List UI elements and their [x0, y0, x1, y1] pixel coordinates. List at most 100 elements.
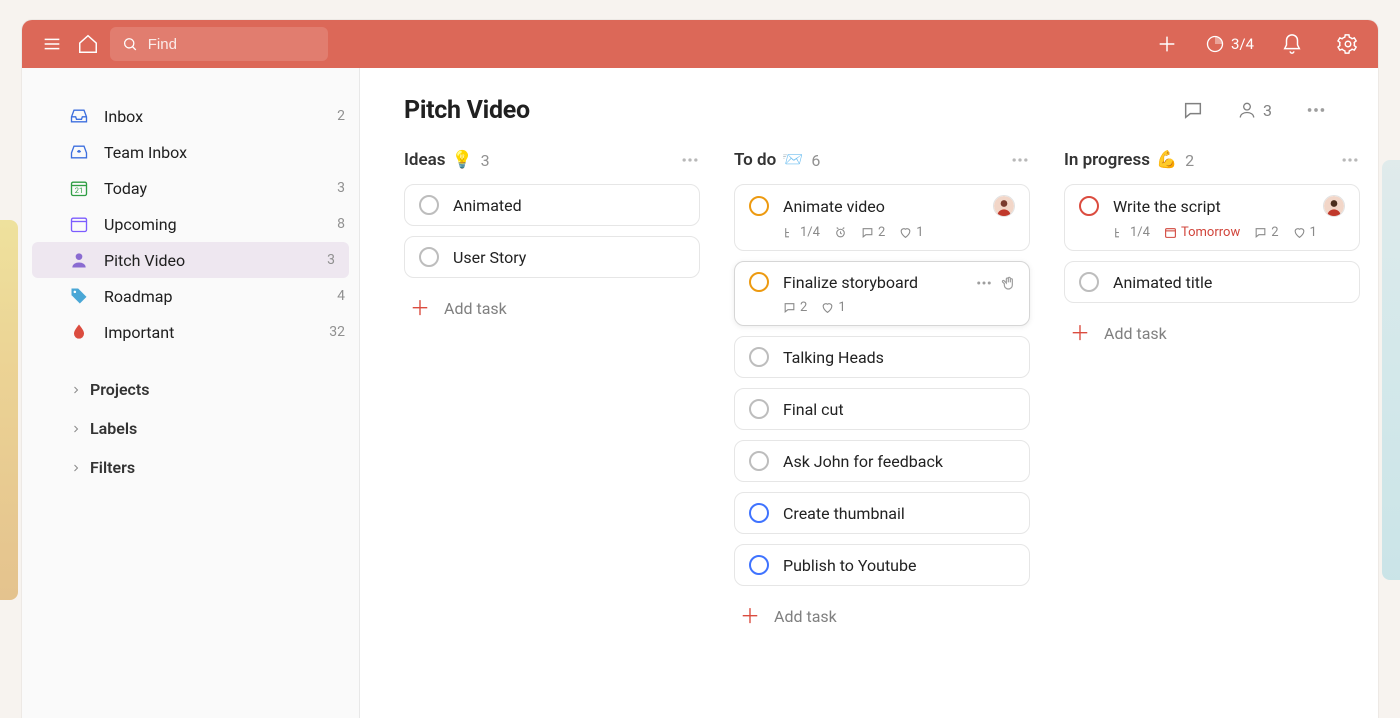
- add-task-label: Add task: [774, 607, 837, 626]
- add-button[interactable]: [1149, 26, 1185, 62]
- plus-icon: [1156, 33, 1178, 55]
- comments-indicator: 2: [861, 225, 885, 240]
- productivity-button[interactable]: 3/4: [1205, 34, 1254, 54]
- task-title: Write the script: [1113, 197, 1221, 216]
- heart-icon: [899, 226, 912, 239]
- kanban-board: Ideas 💡 3 Animated: [404, 150, 1334, 636]
- task-card[interactable]: Publish to Youtube: [734, 544, 1030, 586]
- more-horizontal-icon: [975, 274, 993, 292]
- task-title: Publish to Youtube: [783, 556, 916, 575]
- sidebar-item-pitch-video[interactable]: Pitch Video 3: [32, 242, 349, 278]
- search-input[interactable]: [146, 35, 316, 54]
- column-title[interactable]: In progress 💪: [1064, 150, 1177, 170]
- plus-icon: ＋: [410, 298, 430, 318]
- home-icon: [77, 33, 99, 55]
- task-title: Talking Heads: [783, 348, 884, 367]
- task-checkbox[interactable]: [749, 347, 769, 367]
- task-title: Create thumbnail: [783, 504, 905, 523]
- task-card[interactable]: Animated title: [1064, 261, 1360, 303]
- search-box[interactable]: [110, 27, 328, 61]
- task-card[interactable]: Talking Heads: [734, 336, 1030, 378]
- alarm-icon: [834, 226, 847, 239]
- task-card[interactable]: Final cut: [734, 388, 1030, 430]
- more-horizontal-icon: [1305, 99, 1327, 121]
- column-emoji: 📨: [782, 150, 803, 170]
- main-content: Pitch Video 3: [360, 68, 1378, 718]
- task-card[interactable]: Animated: [404, 184, 700, 226]
- sidebar-item-label: Today: [104, 179, 323, 198]
- task-checkbox[interactable]: [749, 555, 769, 575]
- task-card[interactable]: Finalize storyboard 2 1: [734, 261, 1030, 326]
- menu-toggle-button[interactable]: [34, 26, 70, 62]
- task-checkbox[interactable]: [749, 503, 769, 523]
- add-task-button[interactable]: ＋ Add task: [404, 288, 700, 328]
- settings-button[interactable]: [1330, 26, 1366, 62]
- column-title-text: Ideas: [404, 150, 445, 170]
- sidebar-section-labels[interactable]: Labels: [22, 409, 359, 448]
- sidebar-item-upcoming[interactable]: Upcoming 8: [22, 206, 359, 242]
- comments-button[interactable]: [1175, 92, 1211, 128]
- column-count: 2: [1185, 151, 1194, 170]
- sidebar-item-label: Inbox: [104, 107, 323, 126]
- column-title-text: In progress: [1064, 150, 1150, 170]
- sidebar-item-count: 8: [337, 216, 345, 232]
- task-checkbox[interactable]: [1079, 272, 1099, 292]
- team-inbox-icon: [69, 142, 89, 162]
- share-people-button[interactable]: 3: [1237, 100, 1272, 120]
- task-title: User Story: [453, 248, 526, 267]
- project-more-button[interactable]: [1298, 92, 1334, 128]
- task-card[interactable]: Animate video 1/4: [734, 184, 1030, 251]
- assignee-avatar[interactable]: [993, 195, 1015, 217]
- chevron-right-icon: [70, 462, 82, 474]
- task-checkbox[interactable]: [749, 196, 769, 216]
- task-checkbox[interactable]: [749, 451, 769, 471]
- subtasks-indicator: 1/4: [1113, 225, 1150, 240]
- column-title[interactable]: Ideas 💡: [404, 150, 473, 170]
- more-horizontal-icon: [1340, 150, 1360, 170]
- task-checkbox[interactable]: [749, 399, 769, 419]
- sidebar-section-label: Projects: [90, 380, 150, 399]
- card-more-button[interactable]: [975, 274, 993, 292]
- column-more-button[interactable]: [1010, 150, 1030, 170]
- add-task-button[interactable]: ＋ Add task: [1064, 313, 1360, 353]
- chevron-right-icon: [70, 423, 82, 435]
- sidebar-item-today[interactable]: 21 Today 3: [22, 170, 359, 206]
- heart-icon: [821, 301, 834, 314]
- likes-indicator: 1: [899, 225, 923, 240]
- sidebar-item-label: Roadmap: [104, 287, 323, 306]
- task-card[interactable]: User Story: [404, 236, 700, 278]
- sidebar-item-count: 2: [337, 108, 345, 124]
- sidebar-section-filters[interactable]: Filters: [22, 448, 359, 487]
- column-more-button[interactable]: [1340, 150, 1360, 170]
- subtasks-icon: [1113, 226, 1126, 239]
- comment-icon: [1254, 226, 1267, 239]
- task-checkbox[interactable]: [749, 272, 769, 292]
- task-checkbox[interactable]: [419, 247, 439, 267]
- sidebar-item-important[interactable]: Important 32: [22, 314, 359, 350]
- column-emoji: 💪: [1156, 150, 1177, 170]
- task-checkbox[interactable]: [1079, 196, 1099, 216]
- card-drag-handle[interactable]: [1001, 275, 1017, 291]
- drop-icon: [69, 322, 89, 342]
- task-card[interactable]: Write the script 1/4: [1064, 184, 1360, 251]
- sidebar-item-team-inbox[interactable]: Team Inbox: [22, 134, 359, 170]
- assignee-avatar[interactable]: [1323, 195, 1345, 217]
- task-checkbox[interactable]: [419, 195, 439, 215]
- home-button[interactable]: [70, 26, 106, 62]
- sidebar-item-inbox[interactable]: Inbox 2: [22, 98, 359, 134]
- sidebar-item-roadmap[interactable]: Roadmap 4: [22, 278, 359, 314]
- task-meta: 2 1: [783, 300, 1015, 315]
- comment-icon: [1182, 99, 1204, 121]
- subtasks-indicator: 1/4: [783, 225, 820, 240]
- plus-icon: ＋: [740, 606, 760, 626]
- notifications-button[interactable]: [1274, 26, 1310, 62]
- sidebar-section-projects[interactable]: Projects: [22, 370, 359, 409]
- task-card[interactable]: Ask John for feedback: [734, 440, 1030, 482]
- comments-indicator: 2: [783, 300, 807, 315]
- subtasks-icon: [783, 226, 796, 239]
- task-meta: 1/4 Tomorrow 2: [1113, 225, 1345, 240]
- task-card[interactable]: Create thumbnail: [734, 492, 1030, 534]
- column-more-button[interactable]: [680, 150, 700, 170]
- column-title[interactable]: To do 📨: [734, 150, 803, 170]
- add-task-button[interactable]: ＋ Add task: [734, 596, 1030, 636]
